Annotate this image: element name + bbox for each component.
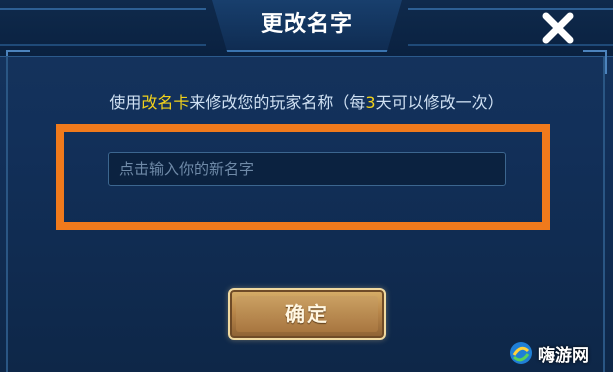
header-rail-left — [0, 8, 206, 46]
swirl-logo-icon — [510, 342, 532, 364]
dialog-title: 更改名字 — [260, 12, 353, 37]
new-name-input[interactable] — [108, 152, 506, 186]
rename-card-label: 改名卡 — [141, 93, 190, 112]
hint-middle: 来修改您的玩家名称（每 — [189, 93, 366, 112]
hint-prefix: 使用 — [109, 93, 142, 112]
header-rail-right — [408, 8, 613, 46]
rename-dialog: 更改名字 使用改名卡来修改您的玩家名称（每3天可以修改一次） 确定 嗨游网 — [0, 0, 613, 372]
close-icon — [542, 12, 574, 44]
dialog-header: 更改名字 — [0, 0, 613, 57]
confirm-button-label: 确定 — [285, 302, 329, 326]
hint-suffix: 天可以修改一次） — [375, 93, 504, 112]
days-count: 3 — [365, 93, 376, 112]
close-button[interactable] — [536, 8, 580, 48]
rename-hint: 使用改名卡来修改您的玩家名称（每3天可以修改一次） — [0, 92, 613, 114]
watermark-text: 嗨游网 — [538, 345, 589, 366]
confirm-button[interactable]: 确定 — [228, 288, 386, 340]
site-watermark: 嗨游网 — [508, 338, 610, 368]
